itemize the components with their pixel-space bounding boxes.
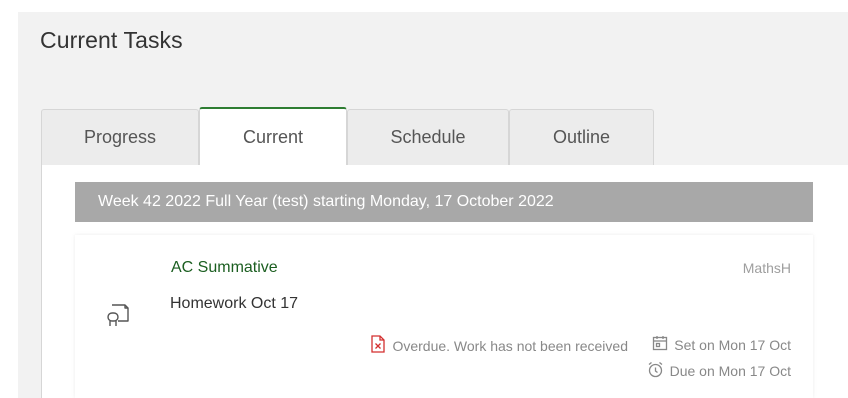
- calendar-icon: [652, 335, 674, 354]
- tab-content-current: Week 42 2022 Full Year (test) starting M…: [41, 165, 848, 398]
- task-title[interactable]: AC Summative: [171, 259, 278, 277]
- task-subject: MathsH: [742, 260, 791, 276]
- task-due-date: Due on Mon 17 Oct: [647, 361, 791, 381]
- task-status-text: Overdue. Work has not been received: [392, 337, 628, 354]
- tab-progress[interactable]: Progress: [41, 109, 199, 165]
- tab-outline[interactable]: Outline: [509, 109, 654, 165]
- tab-schedule[interactable]: Schedule: [347, 109, 509, 165]
- task-status: Overdue. Work has not been received: [370, 335, 628, 356]
- week-header: Week 42 2022 Full Year (test) starting M…: [75, 182, 813, 222]
- page-title: Current Tasks: [40, 27, 183, 53]
- task-set-date: Set on Mon 17 Oct: [652, 335, 791, 354]
- overdue-file-icon: [370, 335, 392, 356]
- homework-icon: [105, 302, 131, 328]
- alarm-clock-icon: [647, 361, 670, 381]
- task-card[interactable]: AC Summative MathsH Homework Oct 17 Over…: [75, 235, 813, 398]
- task-name: Homework Oct 17: [170, 295, 299, 312]
- tab-current[interactable]: Current: [199, 107, 347, 165]
- page: Current Tasks Progress Current Schedule …: [18, 12, 848, 398]
- task-due-text: Due on Mon 17 Oct: [669, 363, 791, 379]
- task-set-text: Set on Mon 17 Oct: [674, 336, 791, 353]
